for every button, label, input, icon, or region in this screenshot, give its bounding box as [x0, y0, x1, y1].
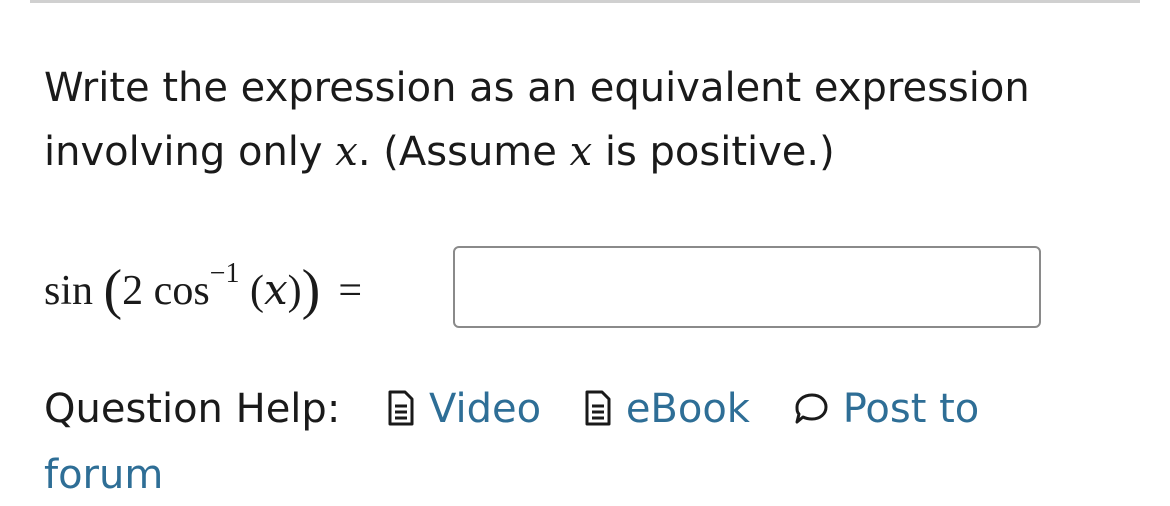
math-variable: x [569, 129, 593, 175]
speech-bubble-icon [793, 382, 829, 444]
function-name: sin [44, 268, 94, 314]
equation-row: sin (2 cos−1 (x)) = [44, 244, 1144, 334]
question-help-label: Question Help: [44, 386, 341, 432]
exponent: −1 [209, 258, 240, 289]
math-variable: x [263, 265, 288, 314]
answer-input[interactable] [453, 246, 1041, 328]
ebook-link[interactable]: eBook [584, 386, 750, 432]
document-icon [584, 382, 612, 444]
prompt-text-2: . (Assume [357, 129, 570, 175]
inner-close-paren: ) [287, 268, 302, 314]
inner-open-paren: ( [249, 268, 264, 314]
question-prompt: Write the expression as an equivalent ex… [44, 56, 1124, 184]
prompt-text-3: is positive.) [592, 129, 835, 175]
ebook-link-label: eBook [625, 386, 750, 432]
document-icon [387, 382, 415, 444]
question-help: Question Help: Video eBook Post to forum [44, 378, 1044, 506]
function-name-inner: cos [153, 268, 210, 314]
outer-open-paren: ( [103, 259, 123, 321]
outer-close-paren: ) [301, 259, 321, 321]
math-expression: sin (2 cos−1 (x)) = [44, 250, 362, 331]
video-link-label: Video [429, 386, 542, 432]
coefficient: 2 [122, 268, 144, 314]
equals-sign: = [338, 268, 362, 314]
video-link[interactable]: Video [387, 386, 541, 432]
math-variable: x [335, 129, 358, 175]
top-divider [30, 0, 1140, 3]
